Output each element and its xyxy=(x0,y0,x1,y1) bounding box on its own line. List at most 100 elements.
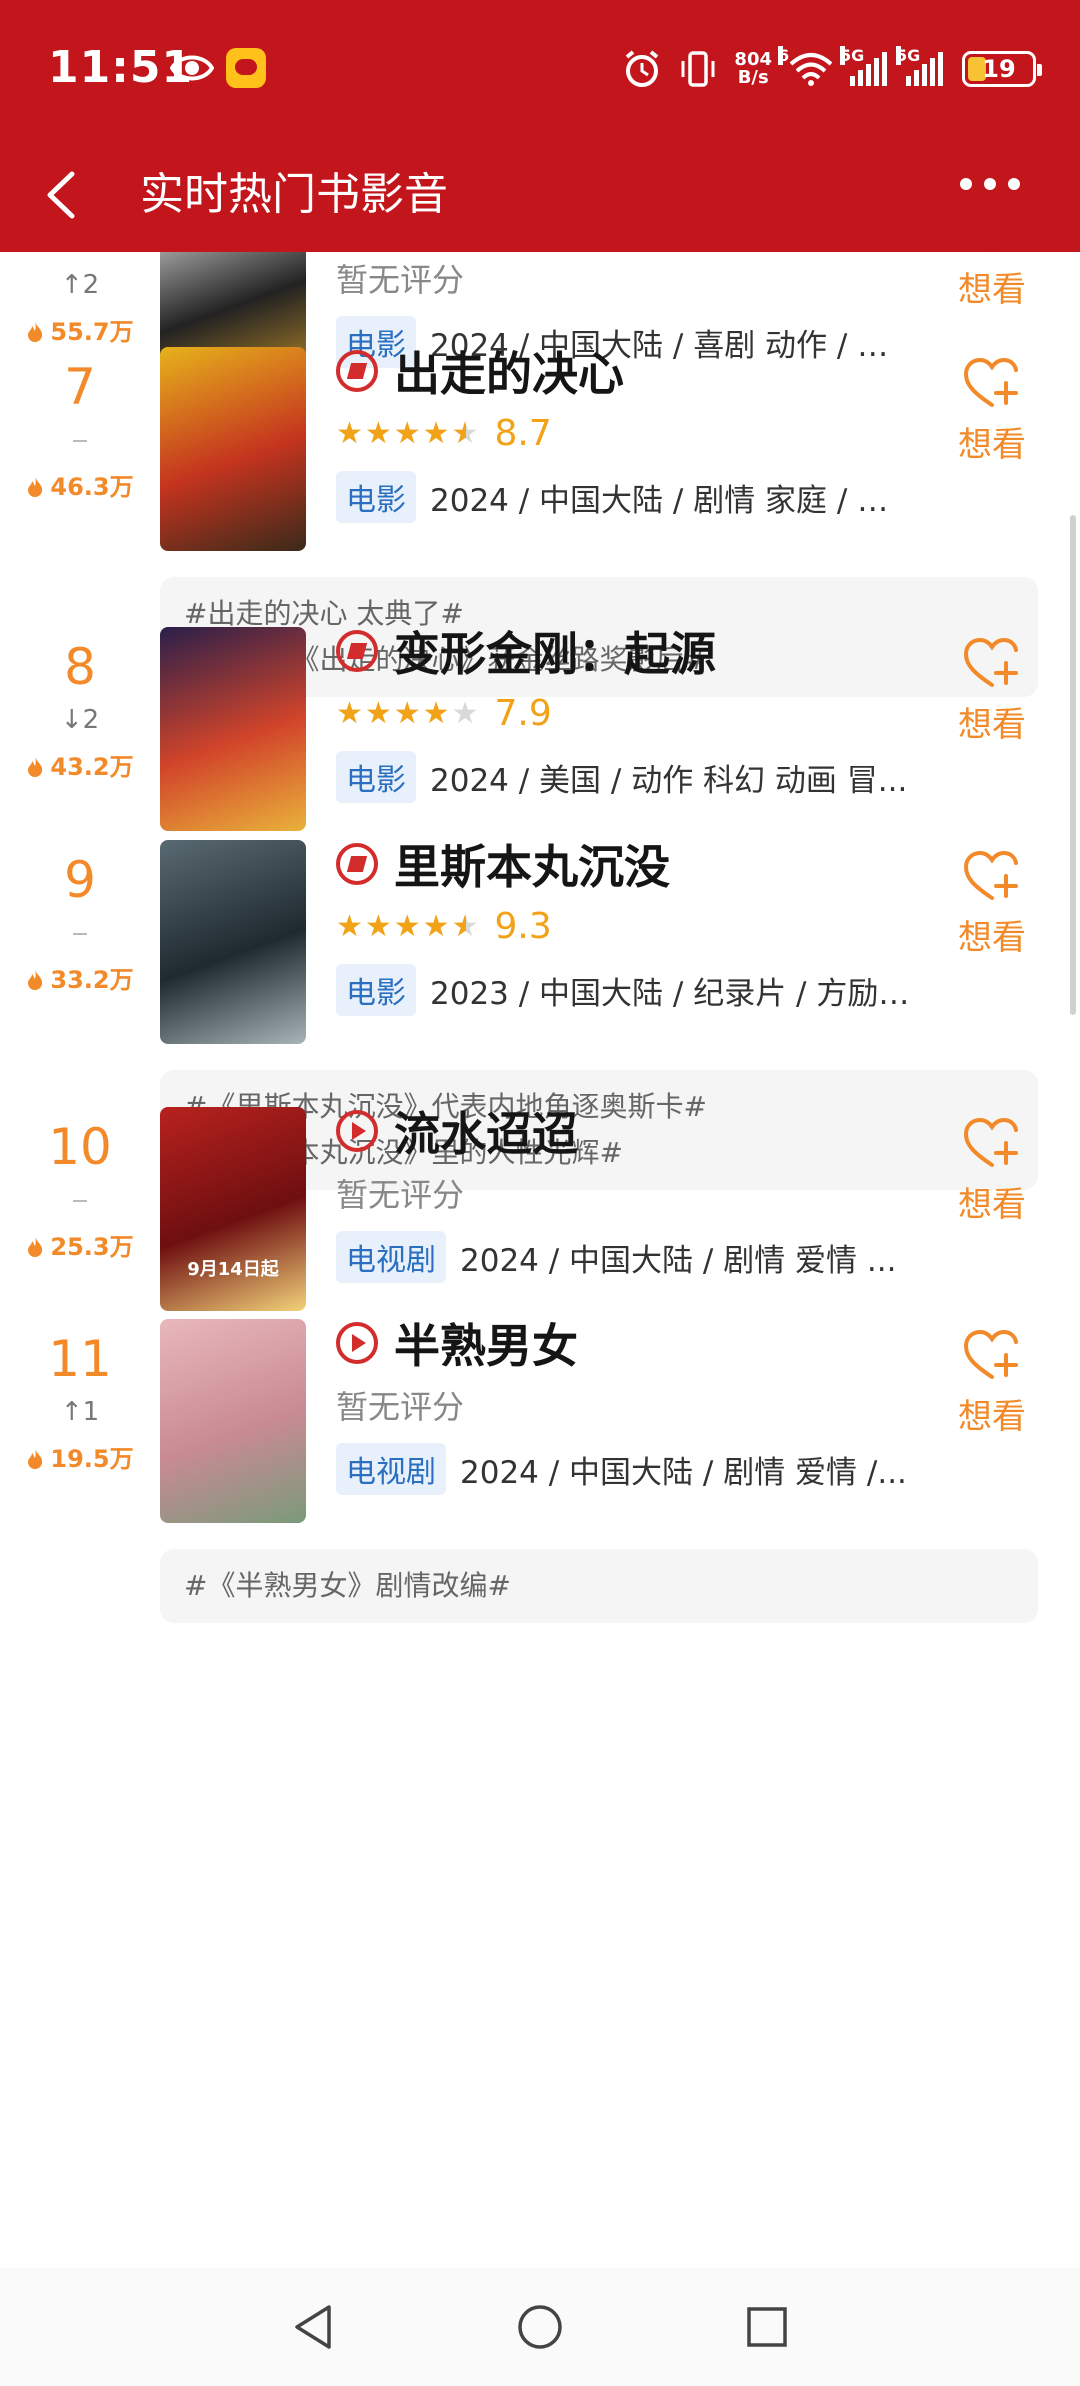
heat-value: 33.2万 xyxy=(0,960,160,995)
sim1-label: 5G xyxy=(840,46,865,65)
meta-row: 电影 2024 / 中国大陆 / 剧情 家庭 / 尹... xyxy=(336,469,936,525)
heart-plus-icon xyxy=(963,357,1018,407)
heart-plus-icon xyxy=(963,850,1018,900)
meta-row: 电影 2024 / 美国 / 动作 科幻 动画 冒... xyxy=(336,749,936,805)
category-badge: 电视剧 xyxy=(336,1443,446,1495)
rank-column: 9 33.2万 xyxy=(0,850,160,995)
battery-indicator: 19 xyxy=(962,51,1042,87)
rank-number: 8 xyxy=(64,638,96,696)
rank-column: 8 ↓2 43.2万 xyxy=(0,637,160,782)
heat-value: 43.2万 xyxy=(0,747,160,782)
want-to-watch-button[interactable]: 想看 xyxy=(944,848,1040,959)
movie-icon xyxy=(336,843,378,885)
rating-score: 8.7 xyxy=(494,412,552,454)
poster-image[interactable] xyxy=(160,1319,306,1523)
item-title[interactable]: 变形金刚：起源 xyxy=(394,618,716,684)
title-row: 流水迢迢 xyxy=(336,1101,936,1161)
star-rating: ★★★★★ xyxy=(336,908,481,944)
nav-home-button[interactable] xyxy=(510,2297,570,2357)
heat-number: 33.2万 xyxy=(50,966,134,994)
status-right-cluster: 804 B/s 6 5G 5G 19 xyxy=(622,44,1042,94)
poster-image[interactable] xyxy=(160,627,306,831)
nav-back-button[interactable] xyxy=(283,2297,343,2357)
rating-row: 暂无评分 xyxy=(336,252,936,308)
signal-sim2-icon: 5G xyxy=(896,46,946,86)
heart-plus-icon xyxy=(963,1329,1018,1379)
rank-column: 7 46.3万 xyxy=(0,357,160,502)
rank-number: 10 xyxy=(48,1118,112,1176)
meta-text: 2023 / 中国大陆 / 纪录片 / 方励 ... xyxy=(430,975,910,1012)
heat-number: 55.7万 xyxy=(50,318,134,346)
want-to-watch-button[interactable]: 想看 xyxy=(944,1327,1040,1438)
rank-change xyxy=(0,425,160,455)
item-title[interactable]: 流水迢迢 xyxy=(394,1098,578,1164)
network-speed-unit: B/s xyxy=(737,67,769,88)
movie-icon xyxy=(336,350,378,392)
poster-image[interactable] xyxy=(160,347,306,551)
meta-row: 电视剧 2024 / 中国大陆 / 剧情 爱情 ... xyxy=(336,1229,936,1285)
rating-row: 暂无评分 xyxy=(336,1375,936,1435)
want-to-watch-button[interactable]: 想看 xyxy=(944,1115,1040,1226)
rank-change: ↑2 xyxy=(60,270,100,300)
rank-number: 9 xyxy=(64,851,96,909)
nav-bar: 实时热门书影音 xyxy=(0,140,1080,252)
circle-home-icon xyxy=(518,2305,562,2349)
item-title[interactable]: 出走的决心 xyxy=(394,338,624,404)
item-info: 里斯本丸沉没 ★★★★★ 9.3 电影 2023 / 中国大陆 / 纪录片 / 方励 .… xyxy=(336,834,936,1018)
meta-text: 2024 / 中国大陆 / 剧情 爱情 /... xyxy=(460,1454,907,1491)
topic-box[interactable]: #《半熟男女》剧情改编# xyxy=(160,1549,1038,1623)
battery-level: 19 xyxy=(982,55,1016,83)
want-to-watch-button[interactable]: 想看 xyxy=(944,252,1040,311)
scrollbar[interactable] xyxy=(1070,515,1076,1015)
topic-tag[interactable]: #《半熟男女》剧情改编# xyxy=(184,1563,1014,1609)
category-badge: 电影 xyxy=(336,471,416,523)
want-to-watch-button[interactable]: 想看 xyxy=(944,635,1040,746)
want-label: 想看 xyxy=(958,270,1026,310)
item-title[interactable]: 半熟男女 xyxy=(394,1310,578,1376)
meta-row: 电视剧 2024 / 中国大陆 / 剧情 爱情 /... xyxy=(336,1441,936,1497)
want-label: 想看 xyxy=(958,1397,1026,1437)
title-row: 半熟男女 xyxy=(336,1313,936,1373)
no-rating-label: 暂无评分 xyxy=(336,261,465,299)
signal-sim1-icon: 5G xyxy=(840,46,890,86)
want-to-watch-button[interactable]: 想看 xyxy=(944,355,1040,466)
rank-column: 11 ↑1 19.5万 xyxy=(0,1329,160,1474)
category-badge: 电影 xyxy=(336,964,416,1016)
title-row: 里斯本丸沉没 xyxy=(336,834,936,894)
ranking-list: 6↑255.7万熊猫计划暂无评分电影2024 / 中国大陆 / 喜剧 动作 / … xyxy=(0,252,1080,2268)
item-title[interactable]: 里斯本丸沉没 xyxy=(394,831,670,897)
play-icon xyxy=(336,1322,378,1364)
rank-column: 6 ↑2 55.7万 xyxy=(0,252,160,347)
triangle-back-icon xyxy=(295,2305,332,2349)
want-label: 想看 xyxy=(958,425,1026,465)
back-arrow-icon[interactable] xyxy=(36,160,96,230)
network-speed: 804 B/s xyxy=(734,51,772,87)
status-bar: 11:51 804 B/s 6 5G 5G 19 xyxy=(0,0,1080,140)
wifi-tag: 6 xyxy=(778,46,790,65)
rating-row: ★★★★★ 8.7 xyxy=(336,403,936,463)
rank-change xyxy=(0,1185,160,1215)
rating-score: 9.3 xyxy=(494,905,552,947)
rating-row: ★★★★★ 7.9 xyxy=(336,683,936,743)
meta-text: 2024 / 中国大陆 / 剧情 家庭 / 尹... xyxy=(430,482,910,519)
poster-image[interactable]: 9月14日起 xyxy=(160,1107,306,1311)
want-label: 想看 xyxy=(958,918,1026,958)
rank-column: 10 25.3万 xyxy=(0,1117,160,1262)
star-rating: ★★★★★ xyxy=(336,415,481,451)
flame-icon xyxy=(28,1237,43,1257)
page-title: 实时热门书影音 xyxy=(140,169,448,220)
meta-text: 2024 / 中国大陆 / 剧情 爱情 ... xyxy=(460,1242,897,1279)
item-info: 出走的决心 ★★★★★ 8.7 电影 2024 / 中国大陆 / 剧情 家庭 / 尹..… xyxy=(336,341,936,525)
title-row: 出走的决心 xyxy=(336,341,936,401)
flame-icon xyxy=(28,970,43,990)
want-label: 想看 xyxy=(958,705,1026,745)
nav-recents-button[interactable] xyxy=(737,2297,797,2357)
sim2-label: 5G xyxy=(896,46,921,65)
poster-image[interactable] xyxy=(160,840,306,1044)
more-options-icon[interactable] xyxy=(960,178,1020,190)
flame-icon xyxy=(28,322,43,342)
list-item[interactable]: 11 ↑1 19.5万 半熟男女 暂无评分 电视剧 2024 / 中国大陆 / 剧情 爱情 … xyxy=(0,1319,1080,1649)
rating-row: 暂无评分 xyxy=(336,1163,936,1223)
rank-change: ↑1 xyxy=(60,1397,100,1427)
item-info: 半熟男女 暂无评分电视剧 2024 / 中国大陆 / 剧情 爱情 /... xyxy=(336,1313,936,1497)
